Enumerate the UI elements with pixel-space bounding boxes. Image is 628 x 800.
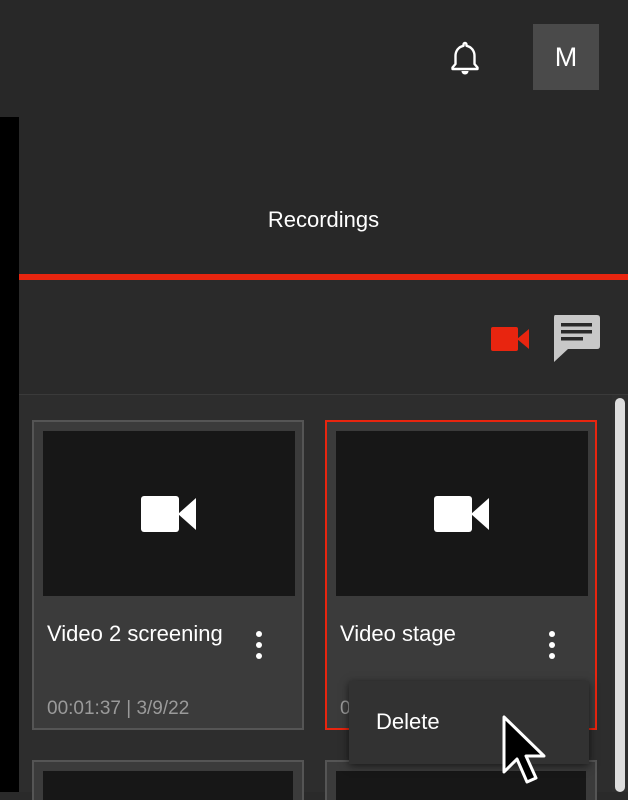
video-camera-icon: [141, 495, 196, 532]
more-options-icon[interactable]: [545, 630, 559, 660]
recording-card[interactable]: [325, 760, 597, 800]
recording-card[interactable]: Video 2 screening 00:01:37 | 3/9/22: [32, 420, 304, 730]
delete-menu-item[interactable]: Delete: [376, 709, 440, 735]
recording-card[interactable]: [32, 760, 304, 800]
recording-title: Video stage: [340, 621, 456, 646]
more-options-icon[interactable]: [252, 630, 266, 660]
top-bar: M: [0, 0, 628, 117]
video-camera-icon: [434, 495, 489, 532]
recording-meta: 00:01:37 | 3/9/22: [47, 698, 190, 719]
bell-icon[interactable]: [448, 40, 482, 76]
video-camera-icon[interactable]: [490, 325, 530, 353]
context-menu: Delete: [349, 681, 589, 764]
avatar[interactable]: M: [533, 24, 599, 90]
video-thumbnail[interactable]: [43, 431, 295, 596]
mouse-cursor-icon: [502, 715, 546, 784]
scrollbar-thumb[interactable]: [615, 398, 625, 792]
chat-icon[interactable]: [550, 313, 602, 363]
recording-title: Video 2 screening: [47, 621, 223, 646]
page-title: Recordings: [267, 207, 380, 232]
left-panel-edge: [0, 117, 19, 792]
video-thumbnail[interactable]: [336, 431, 588, 596]
recordings-header: Recordings: [19, 117, 628, 274]
filter-toolbar: [19, 280, 628, 395]
